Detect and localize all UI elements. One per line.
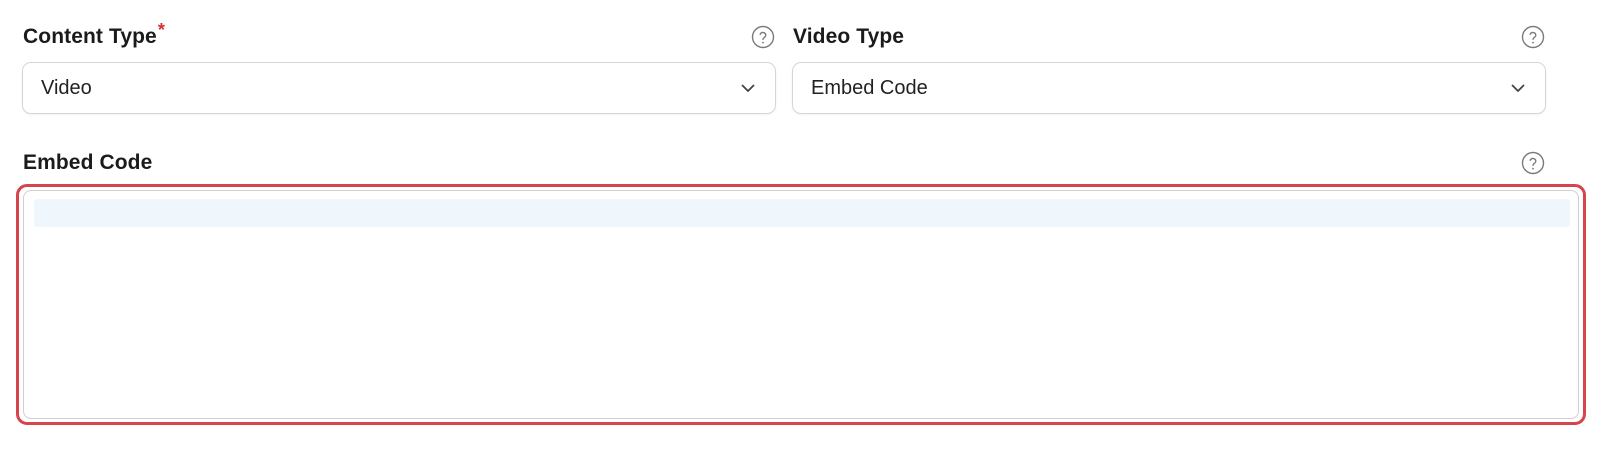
chevron-down-icon bbox=[739, 79, 757, 97]
question-circle-icon[interactable] bbox=[1521, 25, 1545, 49]
content-type-label-row: Content Type* bbox=[23, 20, 775, 54]
video-type-label: Video Type bbox=[793, 25, 905, 48]
required-asterisk: * bbox=[157, 20, 165, 40]
chevron-down-icon bbox=[1509, 79, 1527, 97]
question-circle-icon[interactable] bbox=[751, 25, 775, 49]
video-type-value: Embed Code bbox=[811, 76, 928, 99]
embed-code-editor[interactable] bbox=[23, 190, 1579, 419]
embed-code-input[interactable] bbox=[24, 191, 1578, 418]
content-type-value: Video bbox=[41, 76, 92, 99]
video-type-select[interactable]: Embed Code bbox=[792, 62, 1546, 114]
content-type-label-wrap: Content Type* bbox=[23, 20, 165, 49]
content-type-select[interactable]: Video bbox=[22, 62, 776, 114]
embed-code-label: Embed Code bbox=[23, 151, 153, 174]
embed-code-error-frame bbox=[16, 184, 1586, 425]
question-circle-icon[interactable] bbox=[1521, 151, 1545, 175]
content-form: Content Type* Video Type Video Embed Cod… bbox=[0, 0, 1600, 450]
embed-code-label-row: Embed Code bbox=[23, 146, 1545, 180]
content-type-label: Content Type bbox=[23, 25, 157, 48]
video-type-label-row: Video Type bbox=[793, 20, 1545, 54]
